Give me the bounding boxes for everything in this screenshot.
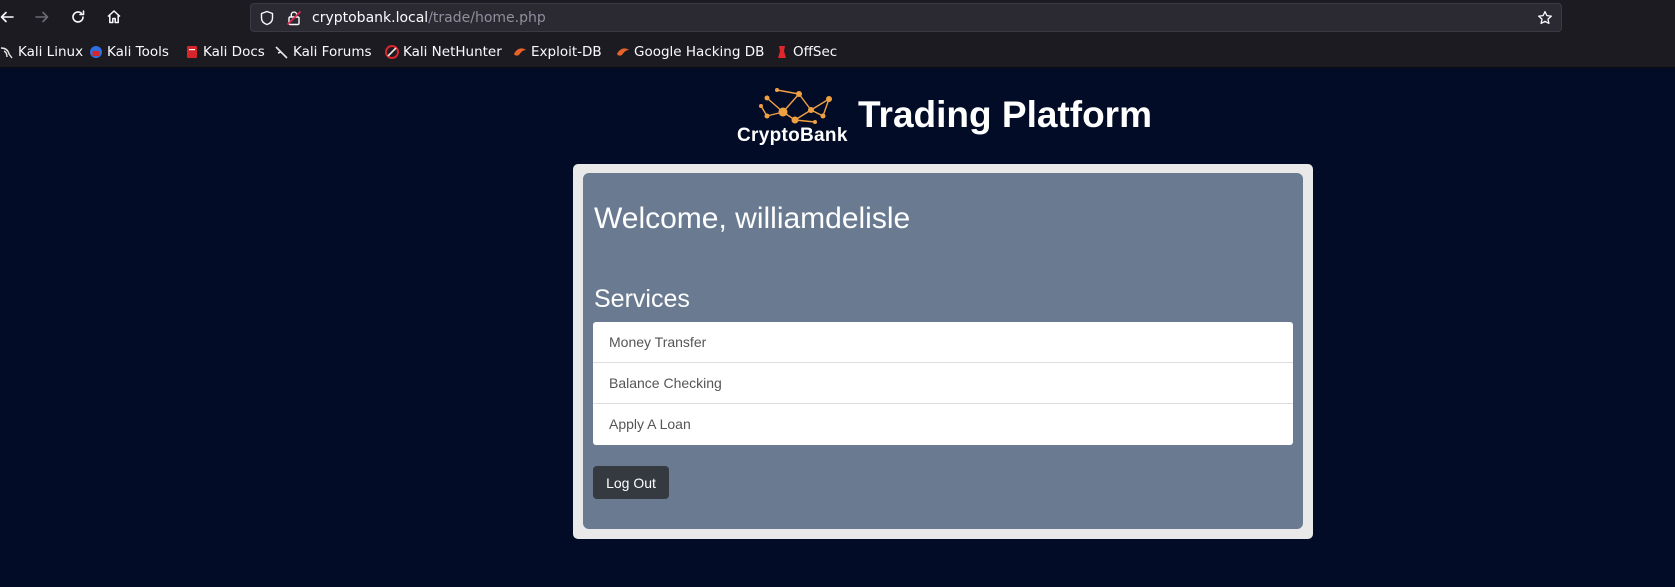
ghdb-icon	[617, 48, 629, 56]
logout-button[interactable]: Log Out	[593, 466, 669, 499]
browser-toolbar: cryptobank.local/trade/home.php	[0, 0, 1675, 34]
home-icon[interactable]	[102, 5, 126, 29]
bookmark-exploit-db[interactable]: Exploit-DB	[513, 43, 602, 61]
back-icon[interactable]	[0, 5, 19, 29]
bookmark-label: Google Hacking DB	[634, 44, 765, 60]
bookmark-kali-docs[interactable]: Kali Docs	[185, 43, 265, 61]
url-text[interactable]: cryptobank.local/trade/home.php	[312, 10, 546, 26]
welcome-heading: Welcome, williamdelisle	[594, 202, 911, 235]
offsec-icon	[778, 46, 786, 58]
url-host: cryptobank.local	[312, 10, 429, 26]
kali-tools-icon	[90, 46, 102, 58]
bookmark-label: Kali Docs	[203, 44, 265, 60]
forward-icon[interactable]	[30, 5, 54, 29]
shield-icon[interactable]	[259, 10, 275, 26]
bookmark-kali-nethunter[interactable]: Kali NetHunter	[385, 43, 502, 61]
bookmark-kali-forums[interactable]: Kali Forums	[275, 43, 372, 61]
services-list: Money Transfer Balance Checking Apply A …	[593, 322, 1293, 445]
logo-text: CryptoBank	[737, 125, 848, 146]
exploit-db-icon	[514, 48, 526, 56]
reload-icon[interactable]	[66, 5, 90, 29]
kali-forums-icon	[275, 46, 288, 59]
bookmark-offsec[interactable]: OffSec	[775, 43, 837, 61]
page-title: Trading Platform	[858, 94, 1152, 135]
bookmarks-bar: Kali Linux Kali Tools Kali Docs Kali For…	[0, 34, 1675, 68]
bookmark-star-icon[interactable]	[1537, 10, 1553, 26]
bookmark-label: Kali Tools	[107, 44, 169, 60]
insecure-lock-icon[interactable]	[286, 10, 302, 26]
bookmark-label: Kali Forums	[293, 44, 372, 60]
bookmark-label: Exploit-DB	[531, 44, 602, 60]
services-heading: Services	[594, 285, 690, 313]
kali-docs-icon	[187, 46, 197, 58]
bookmark-google-hacking-db[interactable]: Google Hacking DB	[616, 43, 764, 61]
service-money-transfer[interactable]: Money Transfer	[593, 322, 1293, 363]
address-bar[interactable]: cryptobank.local/trade/home.php	[250, 3, 1562, 32]
service-apply-loan[interactable]: Apply A Loan	[593, 404, 1293, 445]
bookmark-kali-linux[interactable]: Kali Linux	[0, 43, 83, 61]
url-path: /trade/home.php	[428, 10, 546, 26]
kali-nethunter-icon	[385, 45, 399, 59]
kali-dragon-icon	[0, 47, 13, 59]
bookmark-label: Kali Linux	[18, 44, 84, 60]
bookmark-label: OffSec	[793, 44, 838, 60]
service-balance-checking[interactable]: Balance Checking	[593, 363, 1293, 404]
bookmark-kali-tools[interactable]: Kali Tools	[89, 43, 169, 61]
bookmark-label: Kali NetHunter	[403, 44, 502, 60]
